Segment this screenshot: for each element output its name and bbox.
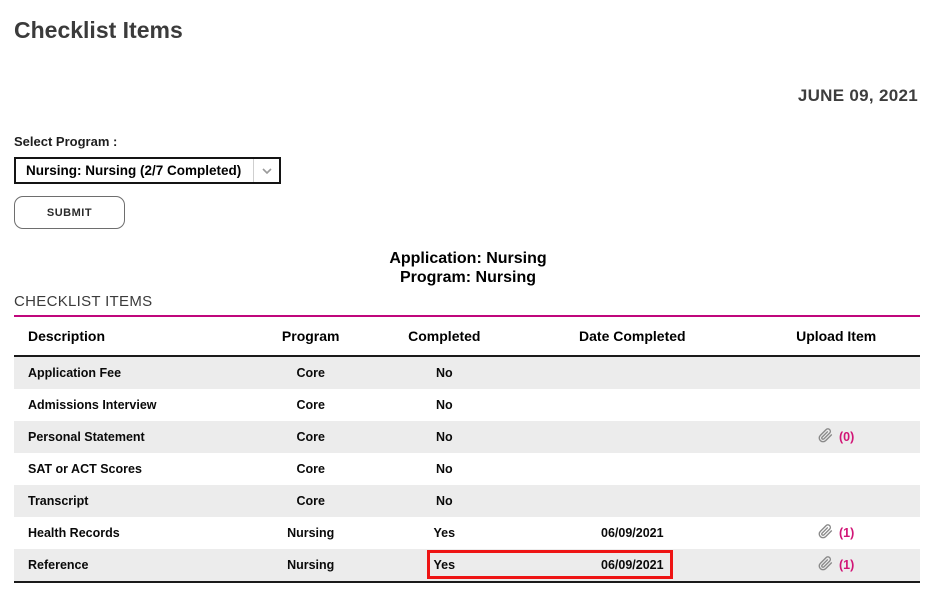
checklist-section-title: CHECKLIST ITEMS <box>14 293 936 310</box>
program-select[interactable]: Nursing: Nursing (2/7 Completed) <box>14 157 281 184</box>
cell-program: Core <box>245 462 376 476</box>
cell-upload-item: (1) <box>752 556 920 574</box>
paperclip-icon <box>818 428 833 446</box>
cell-completed: Yes <box>376 558 512 572</box>
cell-program: Nursing <box>245 558 376 572</box>
cell-date-completed: 06/09/2021 <box>512 558 752 572</box>
table-header-row: Description Program Completed Date Compl… <box>14 317 920 357</box>
upload-count: (1) <box>839 558 854 572</box>
column-header-completed: Completed <box>376 328 512 344</box>
cell-completed: No <box>376 366 512 380</box>
submit-button[interactable]: SUBMIT <box>14 196 125 229</box>
table-row: Health Records Nursing Yes 06/09/2021 (1… <box>14 517 920 549</box>
application-summary: Application: Nursing Program: Nursing <box>0 249 936 287</box>
cell-description: Reference <box>14 558 245 572</box>
select-program-label: Select Program : <box>14 134 936 149</box>
table-row: Application Fee Core No <box>14 357 920 389</box>
cell-description: Application Fee <box>14 366 245 380</box>
cell-completed: No <box>376 430 512 444</box>
cell-program: Core <box>245 398 376 412</box>
cell-completed: No <box>376 494 512 508</box>
table-row: SAT or ACT Scores Core No <box>14 453 920 485</box>
chevron-down-icon <box>253 159 279 182</box>
cell-program: Nursing <box>245 526 376 540</box>
program-line: Program: Nursing <box>0 268 936 287</box>
cell-upload-item: (1) <box>752 524 920 542</box>
column-header-program: Program <box>245 328 376 344</box>
cell-program: Core <box>245 366 376 380</box>
cell-date-completed: 06/09/2021 <box>512 526 752 540</box>
application-line: Application: Nursing <box>0 249 936 268</box>
column-header-date-completed: Date Completed <box>512 328 752 344</box>
cell-description: SAT or ACT Scores <box>14 462 245 476</box>
cell-upload-item: (0) <box>752 428 920 446</box>
column-header-description: Description <box>14 328 245 344</box>
table-row: Reference Nursing Yes 06/09/2021 (1) <box>14 549 920 581</box>
cell-description: Health Records <box>14 526 245 540</box>
table-row: Personal Statement Core No (0) <box>14 421 920 453</box>
column-header-upload-item: Upload Item <box>752 328 920 344</box>
paperclip-icon <box>818 556 833 574</box>
cell-completed: Yes <box>376 526 512 540</box>
upload-attachment-link[interactable]: (1) <box>818 556 854 574</box>
cell-description: Transcript <box>14 494 245 508</box>
program-select-value: Nursing: Nursing (2/7 Completed) <box>16 163 253 178</box>
upload-count: (1) <box>839 526 854 540</box>
checklist-table: Description Program Completed Date Compl… <box>14 315 920 583</box>
cell-description: Admissions Interview <box>14 398 245 412</box>
cell-description: Personal Statement <box>14 430 245 444</box>
table-row: Admissions Interview Core No <box>14 389 920 421</box>
page-title: Checklist Items <box>14 16 936 44</box>
upload-attachment-link[interactable]: (0) <box>818 428 854 446</box>
checklist-page: Checklist Items JUNE 09, 2021 Select Pro… <box>0 16 936 605</box>
cell-completed: No <box>376 398 512 412</box>
table-row: Transcript Core No <box>14 485 920 517</box>
paperclip-icon <box>818 524 833 542</box>
current-date: JUNE 09, 2021 <box>0 86 936 106</box>
cell-completed: No <box>376 462 512 476</box>
upload-attachment-link[interactable]: (1) <box>818 524 854 542</box>
upload-count: (0) <box>839 430 854 444</box>
cell-program: Core <box>245 430 376 444</box>
cell-program: Core <box>245 494 376 508</box>
